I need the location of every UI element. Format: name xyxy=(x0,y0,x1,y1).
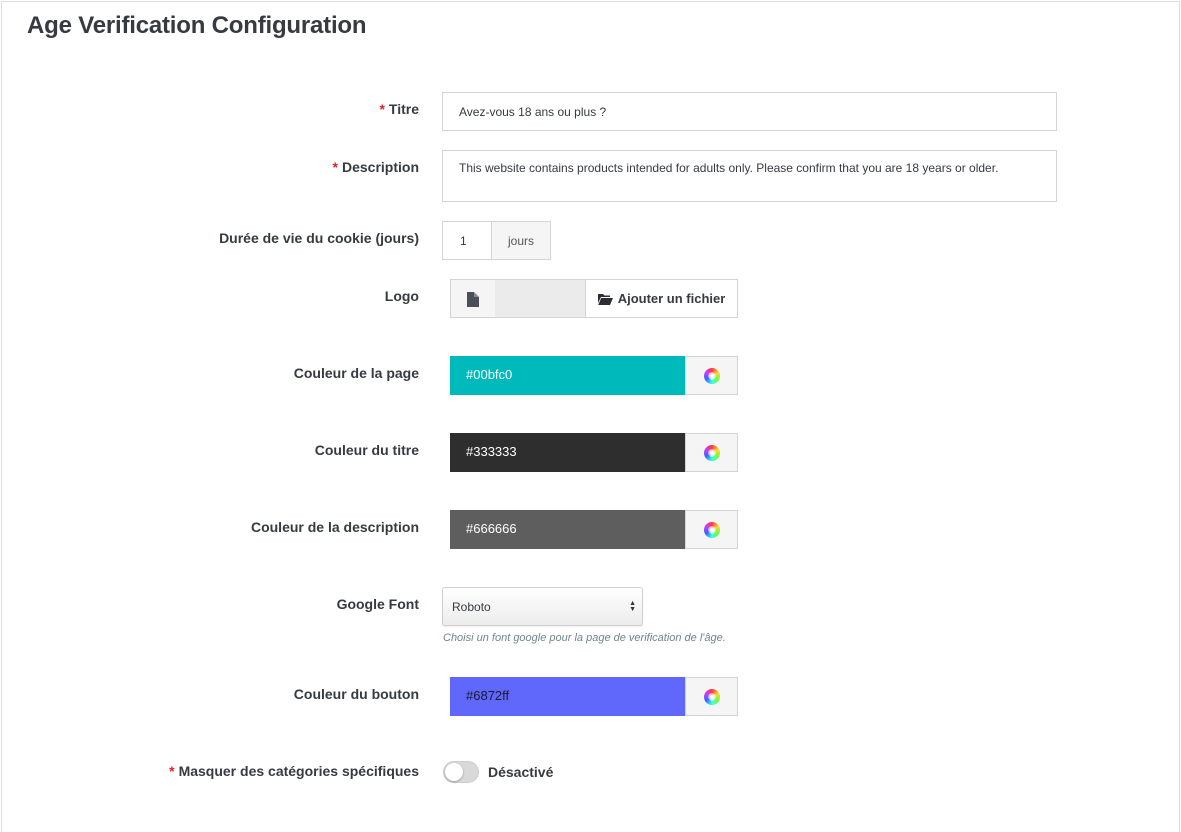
title-color-group: #333333 xyxy=(450,433,738,472)
hide-categories-toggle[interactable] xyxy=(443,761,479,783)
required-marker: * xyxy=(169,763,175,779)
google-font-select[interactable]: Roboto ▲ ▼ xyxy=(442,587,643,626)
select-arrows-icon: ▲ ▼ xyxy=(629,600,636,613)
title-color-picker-button[interactable] xyxy=(685,433,738,472)
google-font-help: Choisi un font google pour la page de ve… xyxy=(443,632,726,644)
button-color-picker-button[interactable] xyxy=(685,677,738,716)
description-color-group: #666666 xyxy=(450,510,738,549)
file-icon xyxy=(467,292,479,307)
button-color-group: #6872ff xyxy=(450,677,738,716)
title-color-label: Couleur du titre xyxy=(314,442,419,458)
panel-title: Age Verification Configuration xyxy=(27,12,367,39)
cookie-days-input[interactable]: 1 xyxy=(442,221,492,260)
description-label: * Description xyxy=(332,159,419,175)
color-wheel-icon xyxy=(703,444,720,461)
page-color-group: #00bfc0 xyxy=(450,356,738,395)
title-color-input[interactable]: #333333 xyxy=(450,433,686,472)
google-font-value: Roboto xyxy=(452,600,491,614)
description-color-picker-button[interactable] xyxy=(685,510,738,549)
toggle-knob xyxy=(445,763,463,781)
cookie-label: Durée de vie du cookie (jours) xyxy=(219,230,419,246)
add-file-label: Ajouter un fichier xyxy=(617,291,726,306)
logo-filename-field[interactable] xyxy=(495,279,586,318)
description-color-label: Couleur de la description xyxy=(250,519,419,535)
folder-open-icon xyxy=(597,293,613,305)
add-file-button[interactable]: Ajouter un fichier xyxy=(585,279,738,318)
cookie-days-suffix: jours xyxy=(491,221,551,260)
titre-label: * Titre xyxy=(379,101,419,117)
hide-categories-state: Désactivé xyxy=(488,764,554,780)
color-wheel-icon xyxy=(703,521,720,538)
titre-input[interactable]: Avez-vous 18 ans ou plus ? xyxy=(442,92,1057,131)
google-font-label: Google Font xyxy=(336,596,419,612)
description-color-input[interactable]: #666666 xyxy=(450,510,686,549)
color-wheel-icon xyxy=(703,688,720,705)
description-textarea[interactable]: This website contains products intended … xyxy=(442,150,1057,202)
page-color-input[interactable]: #00bfc0 xyxy=(450,356,686,395)
logo-label: Logo xyxy=(384,288,419,304)
color-wheel-icon xyxy=(703,367,720,384)
file-icon-box xyxy=(450,279,496,318)
required-marker: * xyxy=(332,159,338,175)
button-color-input[interactable]: #6872ff xyxy=(450,677,686,716)
hide-categories-label: * Masquer des catégories spécifiques xyxy=(169,763,419,779)
required-marker: * xyxy=(379,101,385,117)
page-color-label: Couleur de la page xyxy=(293,365,419,381)
page-color-picker-button[interactable] xyxy=(685,356,738,395)
button-color-label: Couleur du bouton xyxy=(293,686,419,702)
